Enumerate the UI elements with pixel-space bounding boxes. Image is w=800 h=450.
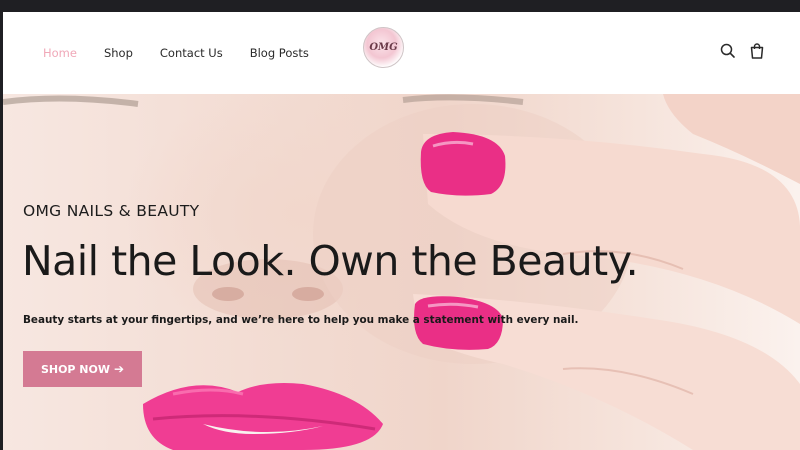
logo-text: OMG	[369, 42, 398, 53]
nav-blog-posts[interactable]: Blog Posts	[250, 46, 309, 60]
site-header: Home Shop Contact Us Blog Posts OMG	[3, 12, 800, 94]
nav-home[interactable]: Home	[43, 46, 77, 60]
browser-top-strip	[0, 0, 800, 12]
hero-section: OMG NAILS & BEAUTY Nail the Look. Own th…	[3, 94, 800, 450]
page-frame: Home Shop Contact Us Blog Posts OMG OMG …	[3, 12, 800, 450]
site-logo[interactable]: OMG	[363, 27, 404, 68]
shop-now-button[interactable]: SHOP NOW ➔	[23, 351, 142, 387]
shopping-bag-icon[interactable]	[748, 42, 766, 60]
arrow-right-icon: ➔	[114, 362, 125, 376]
nav-contact-us[interactable]: Contact Us	[160, 46, 223, 60]
search-icon[interactable]	[719, 42, 737, 60]
hero-kicker: OMG NAILS & BEAUTY	[23, 202, 200, 220]
hero-headline: Nail the Look. Own the Beauty.	[22, 237, 639, 285]
nav-shop[interactable]: Shop	[104, 46, 133, 60]
hero-subline: Beauty starts at your fingertips, and we…	[23, 314, 579, 326]
shop-now-label: SHOP NOW	[40, 362, 110, 376]
main-nav: Home Shop Contact Us Blog Posts	[43, 46, 336, 60]
